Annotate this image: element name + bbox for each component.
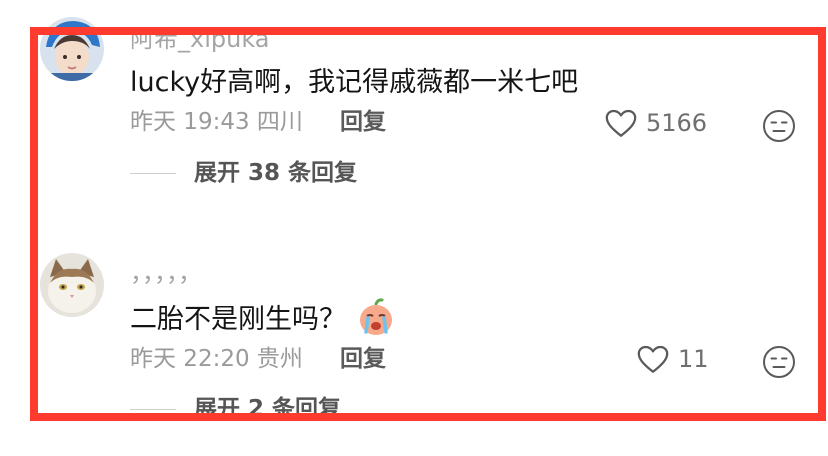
comment-section: 阿希_xipuka lucky好高啊，我记得戚薇都一米七吧 昨天 19:43 四…	[0, 0, 828, 456]
like-count: 5166	[646, 109, 708, 137]
neutral-face-icon[interactable]	[761, 108, 797, 144]
comment-text-body: 二胎不是刚生吗？	[130, 304, 346, 335]
avatar[interactable]	[40, 253, 104, 317]
expand-replies-button[interactable]: 展开 38 条回复	[130, 158, 357, 188]
crying-face-emoji-icon	[358, 298, 394, 336]
like-count: 11	[678, 345, 709, 373]
avatar[interactable]	[40, 17, 104, 81]
comment-username[interactable]: ，，，，，	[130, 258, 202, 288]
comment-text: 二胎不是刚生吗？	[130, 303, 346, 337]
comment-username[interactable]: 阿希_xipuka	[130, 24, 270, 54]
comment-location: 贵州	[256, 346, 303, 372]
comment-time: 昨天 19:43	[130, 109, 250, 135]
heart-icon	[605, 109, 637, 137]
comment-location: 四川	[256, 109, 303, 135]
comment-meta: 昨天 22:20 贵州	[130, 344, 303, 374]
like-button[interactable]: 11	[636, 342, 709, 376]
comment-text: lucky好高啊，我记得戚薇都一米七吧	[130, 67, 579, 98]
reply-button[interactable]: 回复	[340, 344, 386, 374]
expand-divider	[130, 172, 176, 174]
expand-divider	[130, 408, 176, 410]
avatar-image	[40, 17, 104, 81]
avatar-image	[40, 253, 104, 317]
expand-replies-label: 展开 2 条回复	[194, 396, 342, 422]
comment-meta: 昨天 19:43 四川	[130, 107, 303, 137]
comment-time: 昨天 22:20	[130, 346, 250, 372]
like-button[interactable]: 5166	[604, 106, 707, 140]
reply-button[interactable]: 回复	[340, 107, 386, 137]
neutral-face-icon[interactable]	[761, 344, 797, 380]
expand-replies-button[interactable]: 展开 2 条回复	[130, 394, 341, 424]
heart-icon	[637, 345, 669, 373]
expand-replies-label: 展开 38 条回复	[194, 160, 358, 186]
